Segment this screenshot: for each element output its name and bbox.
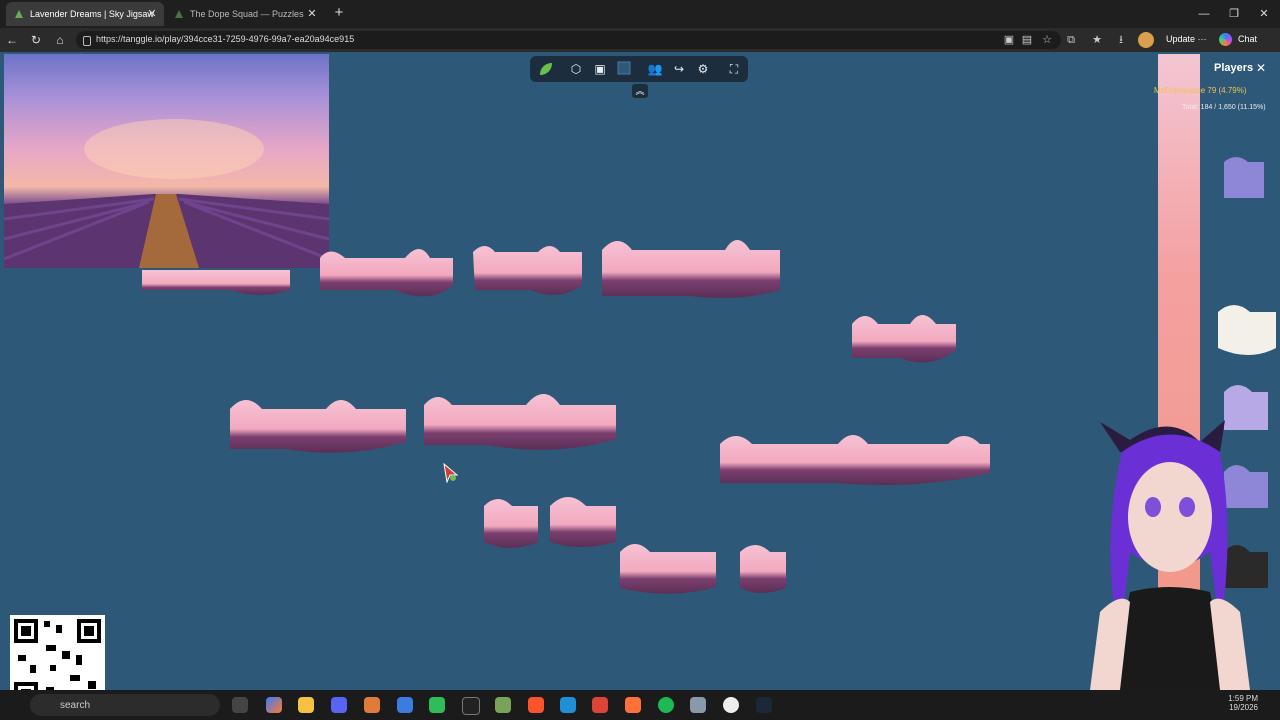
maximize-icon[interactable]: ❐: [1224, 6, 1244, 22]
tab-title: Lavender Dreams | Sky Jigsaw: [30, 9, 154, 19]
piece-clump-right[interactable]: [850, 310, 960, 370]
steam-icon[interactable]: [756, 697, 772, 713]
refresh-icon[interactable]: ↻: [28, 32, 44, 48]
taskbar-search[interactable]: search: [30, 694, 220, 716]
app-icon[interactable]: [397, 697, 413, 713]
background-color-icon[interactable]: [616, 61, 632, 77]
lock-icon: [83, 36, 91, 46]
edge-browser-icon[interactable]: [560, 697, 576, 713]
copilot-icon[interactable]: [1219, 33, 1232, 46]
collapse-toolbar-chevron-icon[interactable]: ︽: [632, 84, 648, 98]
app-icon[interactable]: [723, 697, 739, 713]
players-panel-title: Players: [1214, 62, 1254, 74]
app-icon[interactable]: [429, 697, 445, 713]
taskbar: search 1:59 PM 19/2026: [0, 690, 1280, 720]
update-button[interactable]: Update ···: [1166, 34, 1207, 44]
address-bar[interactable]: https://tanggle.io/play/394cce31-7259-49…: [76, 31, 1061, 49]
puzzle-favicon-icon: [14, 9, 24, 19]
close-icon[interactable]: ✕: [1256, 61, 1266, 75]
discord-icon[interactable]: [331, 697, 347, 713]
app-icon[interactable]: [364, 697, 380, 713]
reader-mode-icon[interactable]: ▤: [1020, 33, 1034, 47]
player-row: MsDopesauce 79 (4.79%): [1154, 86, 1247, 95]
close-icon[interactable]: ✕: [146, 8, 158, 20]
app-icon[interactable]: [462, 697, 480, 715]
file-explorer-icon[interactable]: [298, 697, 314, 713]
brave-browser-icon[interactable]: [528, 697, 544, 713]
logo-leaf-icon[interactable]: [538, 61, 554, 77]
firefox-browser-icon[interactable]: [625, 697, 641, 713]
clock-date: 19/2026: [1229, 703, 1258, 712]
piece-clumps-bottom[interactable]: [480, 492, 790, 602]
chrome-browser-icon[interactable]: [592, 697, 608, 713]
puzzle-piece-icon[interactable]: ⬡: [568, 61, 584, 77]
search-placeholder: search: [60, 700, 91, 711]
fullscreen-icon[interactable]: ⛶: [726, 61, 742, 77]
puzzle-favicon-icon: [174, 9, 184, 19]
task-view-icon[interactable]: [232, 697, 248, 713]
clock-time: 1:59 PM: [1228, 694, 1258, 703]
download-icon[interactable]: ⭳: [1114, 33, 1128, 47]
update-label: Update: [1166, 34, 1196, 44]
players-icon[interactable]: 👥: [647, 61, 663, 77]
vtuber-avatar-overlay: [1060, 412, 1280, 690]
piece-clumps-top[interactable]: [140, 240, 790, 360]
app-icon[interactable]: [495, 697, 511, 713]
game-toolbar: ⬡ ▣ 👥 ↪ ⚙ ⛶: [530, 56, 748, 82]
favorite-star-icon[interactable]: ☆: [1040, 33, 1054, 47]
new-tab-plus-icon[interactable]: +: [331, 5, 347, 21]
extensions-icon[interactable]: ⧉: [1064, 33, 1078, 47]
chat-button[interactable]: Chat: [1238, 34, 1257, 44]
total-progress: Total: 184 / 1,650 (11.15%): [1182, 104, 1266, 111]
apps-icon[interactable]: ▣: [1002, 33, 1016, 47]
settings-icon[interactable]: ⚙: [695, 61, 711, 77]
tab-lavender-dreams[interactable]: Lavender Dreams | Sky Jigsaw ✕: [6, 2, 164, 26]
profile-avatar[interactable]: [1138, 32, 1154, 48]
close-window-icon[interactable]: ✕: [1254, 6, 1274, 22]
system-clock[interactable]: 1:59 PM 19/2026: [1206, 694, 1258, 712]
puzzle-board[interactable]: ⬡ ▣ 👥 ↪ ⚙ ⛶ ︽ Players ✕ MsDopesauce 79 (…: [0, 52, 1280, 710]
close-icon[interactable]: ✕: [306, 8, 318, 20]
minimize-icon[interactable]: —: [1194, 6, 1214, 22]
reference-image: [3, 54, 330, 268]
piece-clump-long[interactable]: [718, 428, 993, 500]
tab-dope-squad[interactable]: The Dope Squad — Puzzles ✕: [166, 2, 324, 26]
piece-clumps-middle[interactable]: [226, 387, 626, 467]
player-cursor-icon: [443, 462, 459, 488]
home-icon[interactable]: ⌂: [52, 32, 68, 48]
spotify-icon[interactable]: [658, 697, 674, 713]
image-preview-icon[interactable]: ▣: [592, 61, 608, 77]
back-arrow-icon[interactable]: ←: [4, 32, 20, 48]
tab-strip: Lavender Dreams | Sky Jigsaw ✕ The Dope …: [0, 0, 1280, 28]
player-stats: 79 (4.79%): [1207, 86, 1247, 95]
browser-toolbar: ← ↻ ⌂ https://tanggle.io/play/394cce31-7…: [0, 28, 1280, 52]
url-text: https://tanggle.io/play/394cce31-7259-49…: [96, 34, 355, 44]
tab-title: The Dope Squad — Puzzles: [190, 9, 304, 19]
favorites-icon[interactable]: ★: [1090, 33, 1104, 47]
copilot-app-icon[interactable]: [266, 697, 282, 713]
more-menu-label: ···: [1197, 34, 1207, 44]
player-name: MsDopesauce: [1154, 86, 1206, 95]
app-icon[interactable]: [690, 697, 706, 713]
share-icon[interactable]: ↪: [671, 61, 687, 77]
